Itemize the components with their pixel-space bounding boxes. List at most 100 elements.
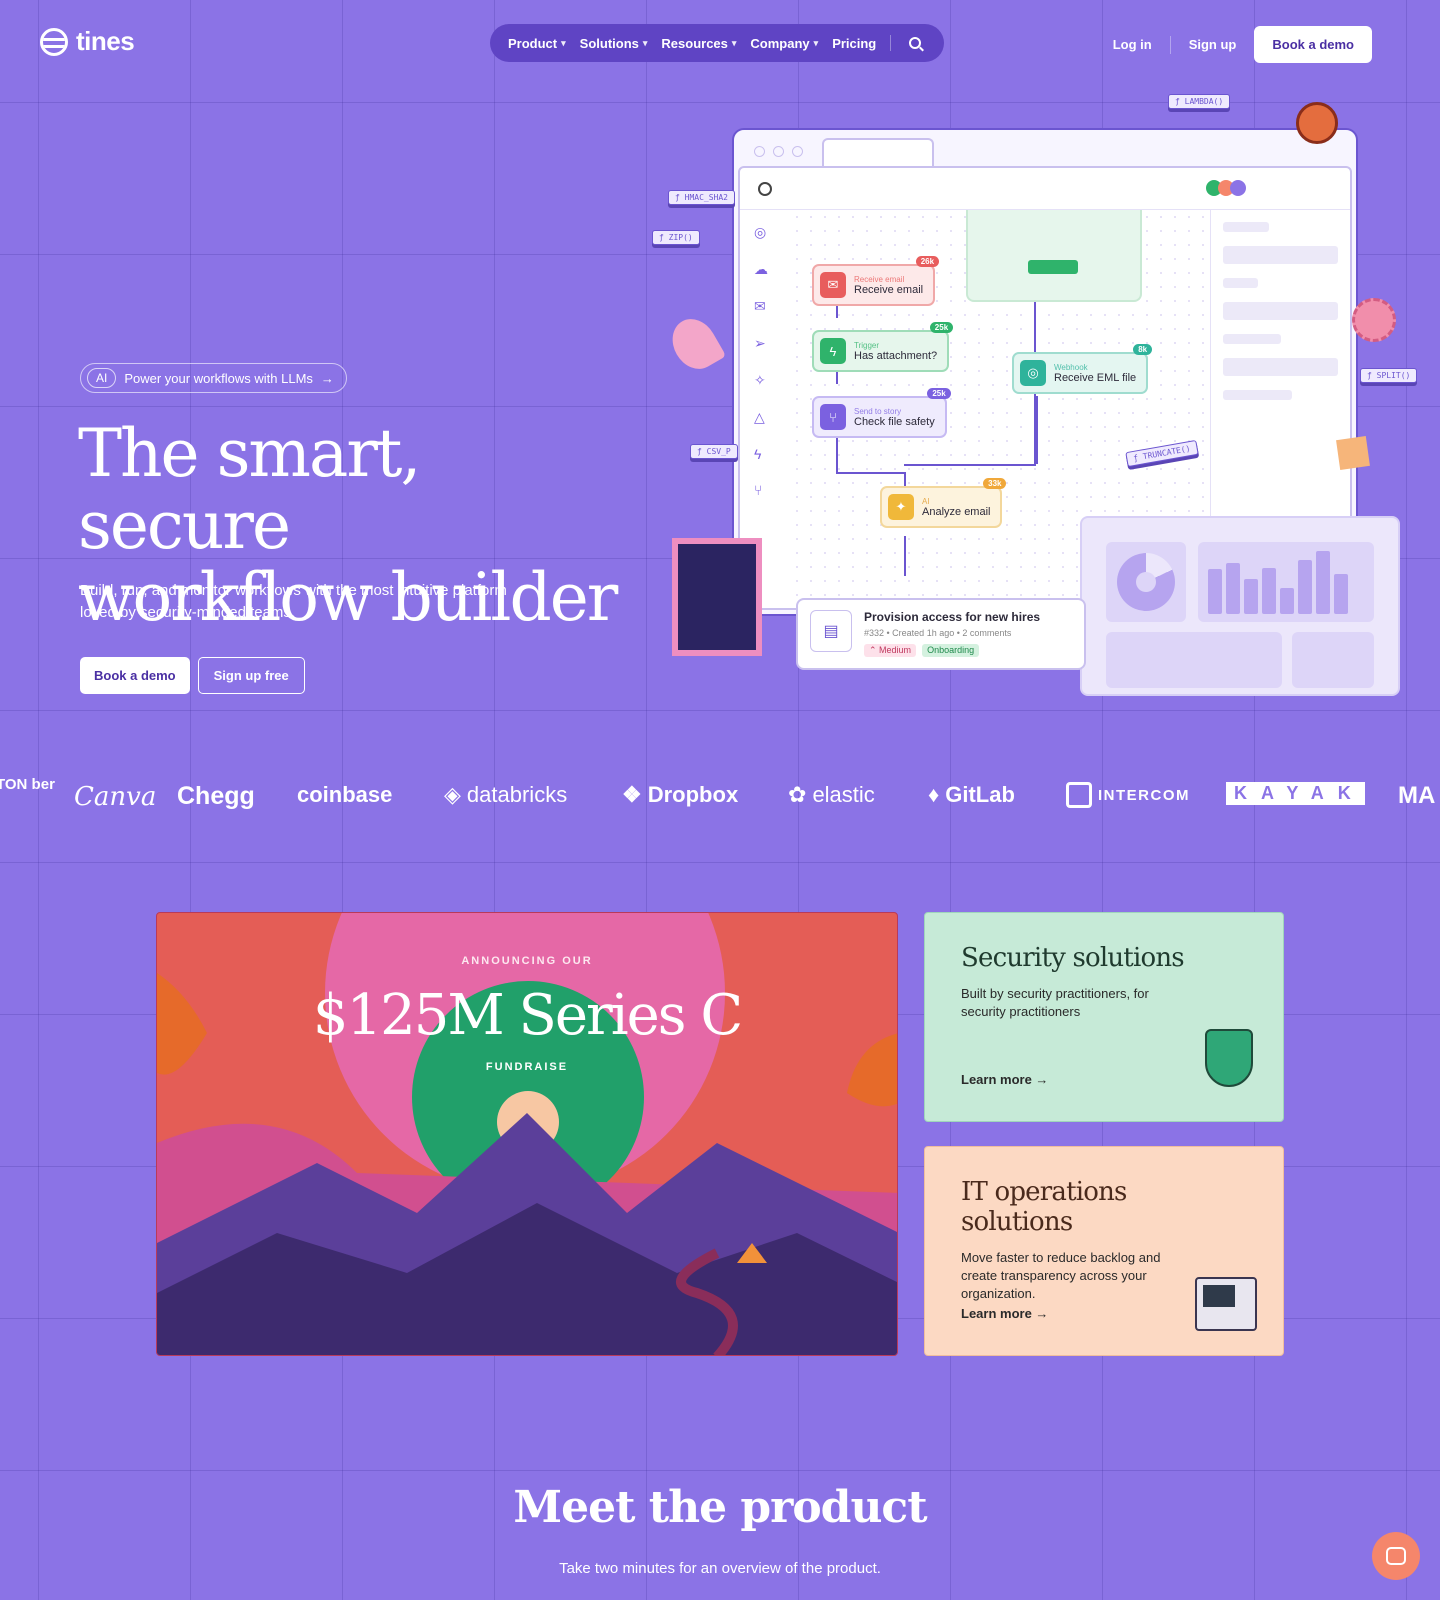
task-title: Provision access for new hires xyxy=(864,610,1041,624)
login-link[interactable]: Log in xyxy=(1113,37,1152,52)
node-count-badge: 8k xyxy=(1133,344,1153,355)
logo-ton: TON ber xyxy=(0,776,55,793)
chevron-down-icon: ▾ xyxy=(813,37,819,48)
customer-logos: TON ber Canva Chegg coinbase ◈ databricks… xyxy=(0,770,1440,820)
meet-product-subtitle: Take two minutes for an overview of the … xyxy=(559,1560,881,1577)
chevron-down-icon: ▾ xyxy=(642,37,648,48)
node-count-badge: 33k xyxy=(983,478,1007,489)
branch-icon: ⑂ xyxy=(820,404,846,430)
email-icon: ✉ xyxy=(820,272,846,298)
logo-databricks: ◈ databricks xyxy=(444,782,567,808)
email-icon[interactable]: ✉ xyxy=(754,298,768,315)
fn-tag-csv: ƒ CSV_P xyxy=(690,444,738,459)
logo-kayak: KAYAK xyxy=(1226,782,1365,805)
logo-elastic: ✿ elastic xyxy=(788,782,875,808)
fn-tag-split: ƒ SPLIT() xyxy=(1360,368,1418,383)
nav-pricing[interactable]: Pricing xyxy=(832,36,876,51)
logo-dropbox: ❖ Dropbox xyxy=(622,782,738,808)
nav-company[interactable]: Company ▾ xyxy=(750,36,818,51)
cloud-icon[interactable]: ☁ xyxy=(754,261,768,278)
tines-logo-icon xyxy=(40,27,68,56)
shapes-icon[interactable]: △ xyxy=(754,409,768,426)
node-name: Check file safety xyxy=(854,415,935,428)
hero-actions: Book a demo Sign up free xyxy=(80,657,305,694)
node-receive-eml-file[interactable]: ◎ Webhook Receive EML file 8k xyxy=(1012,344,1153,394)
brand-logo[interactable]: tines xyxy=(40,26,135,57)
space-portal-icon xyxy=(672,538,762,656)
tines-logo-icon xyxy=(758,182,772,196)
auth-divider xyxy=(1169,35,1171,54)
hero-signup-button[interactable]: Sign up free xyxy=(197,657,305,694)
node-name: Receive EML file xyxy=(1054,371,1137,384)
node-check-file-safety[interactable]: ⑂ Send to story Check file safety 25k xyxy=(812,388,951,438)
node-kind: Trigger xyxy=(854,340,880,350)
branch-icon[interactable]: ⑂ xyxy=(754,482,768,498)
chevron-down-icon: ▾ xyxy=(561,37,566,48)
it-learn-more-link[interactable]: Learn more → xyxy=(961,1306,1048,1321)
nav-solutions-label: Solutions xyxy=(579,35,639,51)
webhook-icon[interactable]: ◎ xyxy=(754,224,768,241)
auth-links: Log in Sign up Book a demo xyxy=(1113,26,1372,63)
task-meta: #332 • Created 1h ago • 2 comments xyxy=(864,628,1012,638)
logo-coinbase: coinbase xyxy=(297,782,393,807)
arrow-right-icon: → xyxy=(320,370,334,386)
nav-company-label: Company xyxy=(750,35,810,51)
fn-tag-hmac: ƒ HMAC_SHA2 xyxy=(668,190,735,205)
node-has-attachment[interactable]: ϟ Trigger Has attachment? 25k xyxy=(812,322,954,372)
pill-text: Power your workflows with LLMs xyxy=(124,370,313,386)
lightning-icon[interactable]: ϟ xyxy=(754,446,768,462)
pie-chart-icon xyxy=(1106,542,1186,622)
storyboard-toolbar xyxy=(740,168,1350,210)
security-solutions-desc: Built by security practitioners, for sec… xyxy=(961,986,1149,1019)
node-kind: AI xyxy=(922,496,930,506)
signup-link[interactable]: Sign up xyxy=(1189,37,1237,52)
logo-intercom-text: INTERCOM xyxy=(1098,786,1190,804)
ai-announcement-pill[interactable]: AI Power your workflows with LLMs → xyxy=(80,363,347,393)
it-operations-solutions-card[interactable]: IT operations solutions Move faster to r… xyxy=(924,1146,1284,1356)
send-icon[interactable]: ➢ xyxy=(754,335,768,352)
logo-databricks-text: databricks xyxy=(466,782,568,807)
nav-product[interactable]: Product ▾ xyxy=(508,36,566,51)
nav-resources[interactable]: Resources ▾ xyxy=(661,36,736,51)
ai-badge: AI xyxy=(87,368,117,388)
series-c-promo-card[interactable]: ANNOUNCING OUR $125M Series C FUNDRAISE xyxy=(156,912,898,1356)
sparkle-icon: ✦ xyxy=(888,494,914,520)
search-icon[interactable] xyxy=(909,37,922,49)
node-name: Analyze email xyxy=(922,505,991,518)
gantt-chart-icon xyxy=(1292,632,1374,688)
promo-title: $125M Series C xyxy=(312,983,743,1048)
databricks-icon: ◈ xyxy=(444,782,461,807)
sparkle-icon[interactable]: ✧ xyxy=(754,372,768,389)
node-receive-email[interactable]: ✉ Receive email Receive email 26k xyxy=(812,256,940,306)
collaborator-avatars xyxy=(1206,180,1246,196)
it-solutions-title: IT operations solutions xyxy=(961,1177,1127,1237)
security-solutions-card[interactable]: Security solutions Built by security pra… xyxy=(924,912,1284,1122)
document-icon: ▤ xyxy=(810,610,852,652)
book-demo-button[interactable]: Book a demo xyxy=(1254,26,1372,63)
node-kind: Receive email xyxy=(854,274,905,284)
node-analyze-email[interactable]: ✦ AI Analyze email 33k xyxy=(880,478,1007,528)
security-learn-more-link[interactable]: Learn more → xyxy=(961,1072,1048,1087)
chat-launcher-button[interactable] xyxy=(1372,1532,1420,1580)
logo-elastic-text: elastic xyxy=(812,782,875,807)
fn-tag-zip: ƒ ZIP() xyxy=(652,230,700,245)
task-card[interactable]: ▤ Provision access for new hires #332 • … xyxy=(796,598,1086,670)
hero-title-line1: The smart, secure xyxy=(78,415,421,564)
hero-book-demo-button[interactable]: Book a demo xyxy=(80,657,190,694)
team-tag: Onboarding xyxy=(922,644,980,657)
computer-icon xyxy=(1195,1277,1257,1331)
flower-icon xyxy=(1352,298,1396,342)
promo-landscape-illustration xyxy=(157,973,897,1355)
promo-kicker: ANNOUNCING OUR xyxy=(461,955,593,967)
node-name: Receive email xyxy=(854,283,924,296)
security-solutions-title: Security solutions xyxy=(961,943,1185,973)
it-solutions-desc: Move faster to reduce backlog and create… xyxy=(961,1250,1161,1301)
logo-dropbox-text: Dropbox xyxy=(647,782,739,807)
chevron-down-icon: ▾ xyxy=(731,37,737,48)
node-count-badge: 25k xyxy=(929,322,954,333)
logo-chegg: Chegg xyxy=(177,782,255,810)
line-chart-icon xyxy=(1106,632,1282,688)
logo-ma: MA xyxy=(1398,782,1436,809)
nav-solutions[interactable]: Solutions ▾ xyxy=(580,36,648,51)
node-name: Has attachment? xyxy=(854,349,938,362)
